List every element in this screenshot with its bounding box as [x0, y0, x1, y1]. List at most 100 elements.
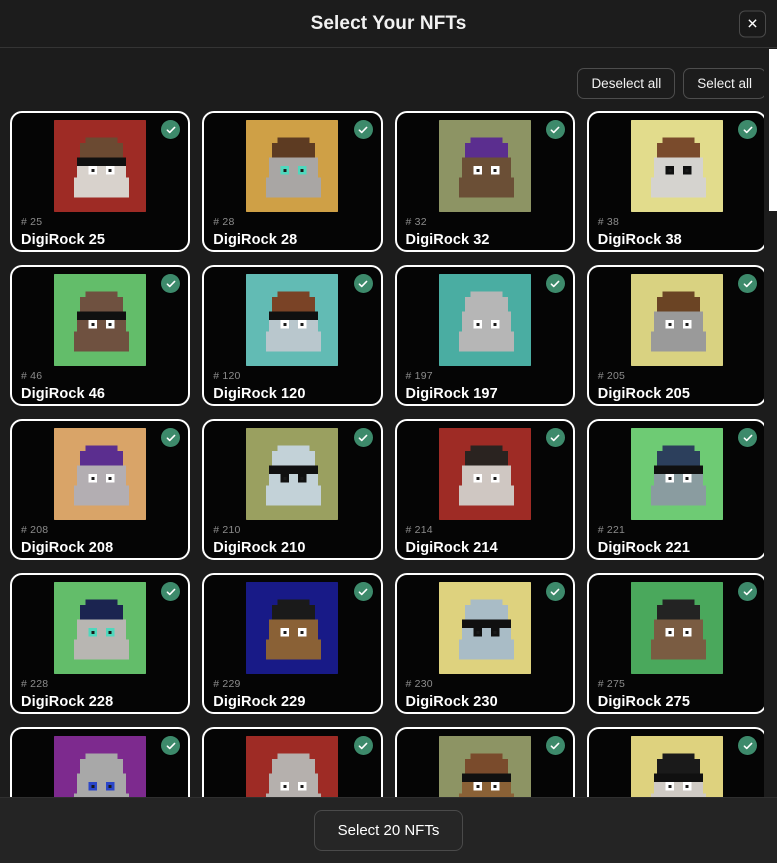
selected-check-icon[interactable] — [738, 274, 757, 293]
selected-check-icon[interactable] — [354, 274, 373, 293]
selected-check-icon[interactable] — [738, 736, 757, 755]
nft-thumbnail — [439, 736, 531, 797]
nft-card[interactable] — [202, 727, 382, 797]
page-title: Select Your NFTs — [311, 13, 467, 35]
selected-check-icon[interactable] — [354, 428, 373, 447]
nft-card[interactable]: # 46DigiRock 46 — [10, 265, 190, 406]
nft-thumbnail-wrap — [213, 582, 371, 674]
check-icon — [357, 124, 369, 136]
nft-thumbnail-wrap — [213, 428, 371, 520]
nft-card[interactable]: # 230DigiRock 230 — [395, 573, 575, 714]
check-icon — [357, 586, 369, 598]
nft-thumbnail — [54, 736, 146, 797]
nft-thumbnail-wrap — [21, 274, 179, 366]
nft-thumbnail-wrap — [406, 120, 564, 212]
nft-card[interactable]: # 275DigiRock 275 — [587, 573, 767, 714]
nft-token-number: # 46 — [21, 371, 179, 383]
selected-check-icon[interactable] — [354, 120, 373, 139]
check-icon — [549, 124, 561, 136]
selected-check-icon[interactable] — [546, 428, 565, 447]
nft-grid: # 25DigiRock 25# 28DigiRock 28# 32DigiRo… — [10, 111, 767, 797]
nft-title: DigiRock 25 — [21, 232, 179, 249]
nft-card[interactable]: # 205DigiRock 205 — [587, 265, 767, 406]
nft-thumbnail — [439, 428, 531, 520]
check-icon — [742, 740, 754, 752]
check-icon — [549, 432, 561, 444]
nft-thumbnail-wrap — [406, 736, 564, 797]
nft-title: DigiRock 120 — [213, 386, 371, 403]
nft-thumbnail-wrap — [21, 582, 179, 674]
nft-token-number: # 120 — [213, 371, 371, 383]
select-all-button[interactable]: Select all — [683, 68, 766, 99]
nft-title: DigiRock 228 — [21, 694, 179, 711]
nft-card[interactable]: # 214 DigiRock 214 — [395, 419, 575, 560]
nft-card[interactable]: # 32DigiRock 32 — [395, 111, 575, 252]
check-icon — [742, 278, 754, 290]
selected-check-icon[interactable] — [738, 120, 757, 139]
nft-card[interactable]: # 28DigiRock 28 — [202, 111, 382, 252]
nft-token-number: # 32 — [406, 217, 564, 229]
nft-card[interactable]: # 120 DigiRock 120 — [202, 265, 382, 406]
deselect-all-button[interactable]: Deselect all — [577, 68, 675, 99]
nft-card[interactable]: # 210DigiRock 210 — [202, 419, 382, 560]
scrollbar-track[interactable] — [764, 49, 777, 797]
check-icon — [742, 432, 754, 444]
nft-title: DigiRock 28 — [213, 232, 371, 249]
nft-thumbnail — [631, 736, 723, 797]
nft-thumbnail — [439, 582, 531, 674]
nft-card[interactable]: # 221DigiRock 221 — [587, 419, 767, 560]
nft-thumbnail-wrap — [598, 274, 756, 366]
nft-card[interactable] — [395, 727, 575, 797]
nft-title: DigiRock 221 — [598, 540, 756, 557]
nft-thumbnail-wrap — [598, 736, 756, 797]
nft-token-number: # 214 — [406, 525, 564, 537]
nft-thumbnail — [439, 120, 531, 212]
nft-title: DigiRock 38 — [598, 232, 756, 249]
nft-token-number: # 210 — [213, 525, 371, 537]
nft-token-number: # 38 — [598, 217, 756, 229]
selected-check-icon[interactable] — [354, 736, 373, 755]
nft-thumbnail — [246, 736, 338, 797]
nft-token-number: # 229 — [213, 679, 371, 691]
confirm-selection-button[interactable]: Select 20 NFTs — [314, 810, 464, 851]
nft-card[interactable]: # 25 DigiRock 25 — [10, 111, 190, 252]
selected-check-icon[interactable] — [738, 428, 757, 447]
check-icon — [549, 586, 561, 598]
scrollbar-thumb[interactable] — [769, 49, 777, 211]
nft-card[interactable] — [10, 727, 190, 797]
nft-title: DigiRock 214 — [406, 540, 564, 557]
nft-thumbnail-wrap — [406, 582, 564, 674]
selected-check-icon[interactable] — [546, 120, 565, 139]
nft-thumbnail — [54, 428, 146, 520]
selected-check-icon[interactable] — [546, 582, 565, 601]
nft-card[interactable] — [587, 727, 767, 797]
nft-thumbnail — [54, 582, 146, 674]
nft-thumbnail-wrap — [21, 736, 179, 797]
nft-card[interactable]: # 228DigiRock 228 — [10, 573, 190, 714]
modal-footer: Select 20 NFTs — [0, 797, 777, 863]
nft-title: DigiRock 208 — [21, 540, 179, 557]
check-icon — [742, 586, 754, 598]
nft-thumbnail — [246, 274, 338, 366]
nft-thumbnail-wrap — [598, 428, 756, 520]
nft-thumbnail — [439, 274, 531, 366]
nft-thumbnail-wrap — [213, 120, 371, 212]
check-icon — [165, 432, 177, 444]
nft-token-number: # 25 — [21, 217, 179, 229]
nft-card[interactable]: # 229 DigiRock 229 — [202, 573, 382, 714]
nft-thumbnail — [631, 120, 723, 212]
close-icon[interactable]: ✕ — [739, 10, 766, 37]
nft-scroll-area[interactable]: Deselect all Select all # 25DigiRock 25#… — [0, 48, 777, 797]
nft-card[interactable]: # 208DigiRock 208 — [10, 419, 190, 560]
nft-thumbnail — [631, 582, 723, 674]
nft-thumbnail-wrap — [21, 428, 179, 520]
check-icon — [357, 278, 369, 290]
nft-card[interactable]: # 197DigiRock 197 — [395, 265, 575, 406]
nft-card[interactable]: # 38 DigiRock 38 — [587, 111, 767, 252]
selected-check-icon[interactable] — [354, 582, 373, 601]
selected-check-icon[interactable] — [546, 274, 565, 293]
selected-check-icon[interactable] — [546, 736, 565, 755]
nft-thumbnail — [54, 274, 146, 366]
selected-check-icon[interactable] — [738, 582, 757, 601]
nft-title: DigiRock 229 — [213, 694, 371, 711]
